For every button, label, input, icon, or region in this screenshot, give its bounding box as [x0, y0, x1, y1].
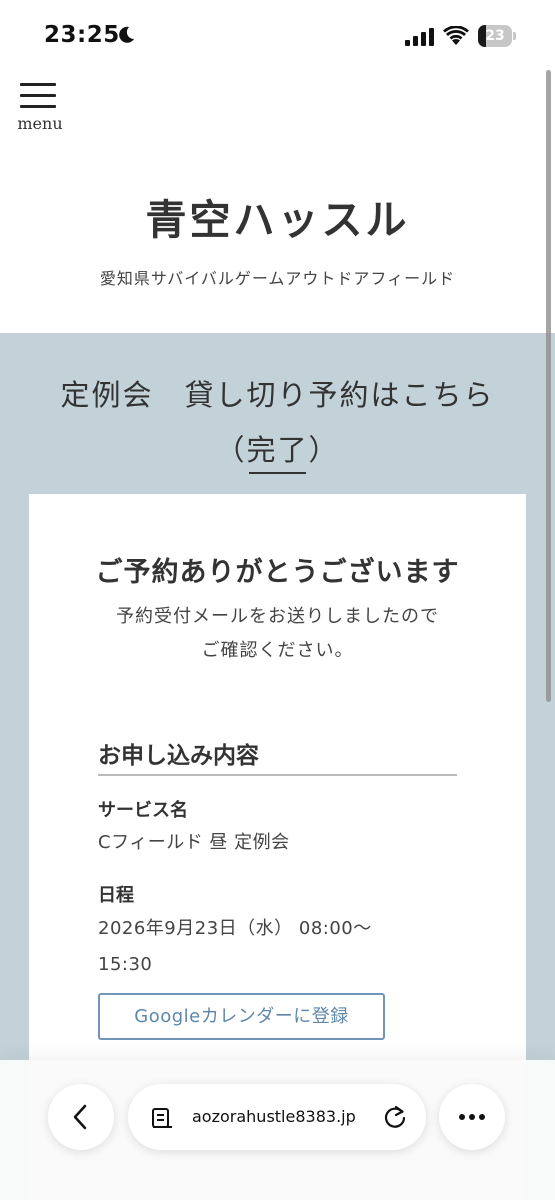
more-button[interactable] — [439, 1084, 505, 1150]
signal-icon — [405, 28, 434, 46]
site-subtitle: 愛知県サバイバルゲームアウトドアフィールド — [99, 269, 456, 288]
service-label: サービス名 — [98, 800, 188, 821]
page-icon — [152, 1108, 172, 1128]
site-title[interactable]: 青空ハッスル — [0, 186, 555, 246]
back-button[interactable] — [48, 1084, 114, 1150]
scrollbar[interactable] — [546, 70, 551, 702]
url-text: aozorahustle8383.jp — [192, 1107, 356, 1126]
reload-icon[interactable] — [382, 1104, 408, 1130]
back-icon — [73, 1104, 87, 1130]
divider — [98, 774, 457, 776]
moon-icon — [119, 26, 134, 43]
wifi-icon — [443, 26, 469, 45]
service-value: Cフィールド 昼 定例会 — [98, 832, 290, 853]
confirmation-message: 予約受付メールをお送りしましたので ご確認ください。 — [116, 606, 439, 661]
thanks-heading: ご予約ありがとうございます — [95, 557, 460, 588]
status-bar: 23:25 23 — [0, 0, 555, 72]
schedule-value: 2026年9月23日（水） 08:00〜 15:30 — [98, 918, 372, 975]
menu-button[interactable]: menu — [14, 80, 66, 136]
address-bar[interactable]: aozorahustle8383.jp — [128, 1084, 426, 1150]
battery-icon: 23 — [478, 25, 516, 47]
menu-label: menu — [17, 114, 63, 133]
title-underline — [249, 472, 306, 474]
hamburger-icon — [20, 83, 56, 86]
battery-level: 23 — [485, 28, 505, 44]
details-heading: お申し込み内容 — [98, 743, 259, 769]
status-time: 23:25 — [44, 22, 120, 48]
schedule-label: 日程 — [98, 885, 134, 906]
google-calendar-button[interactable]: Googleカレンダーに登録 — [98, 993, 385, 1040]
section-title: 定例会 貸し切り予約はこちら （完了） — [60, 378, 495, 467]
more-icon — [459, 1114, 485, 1120]
